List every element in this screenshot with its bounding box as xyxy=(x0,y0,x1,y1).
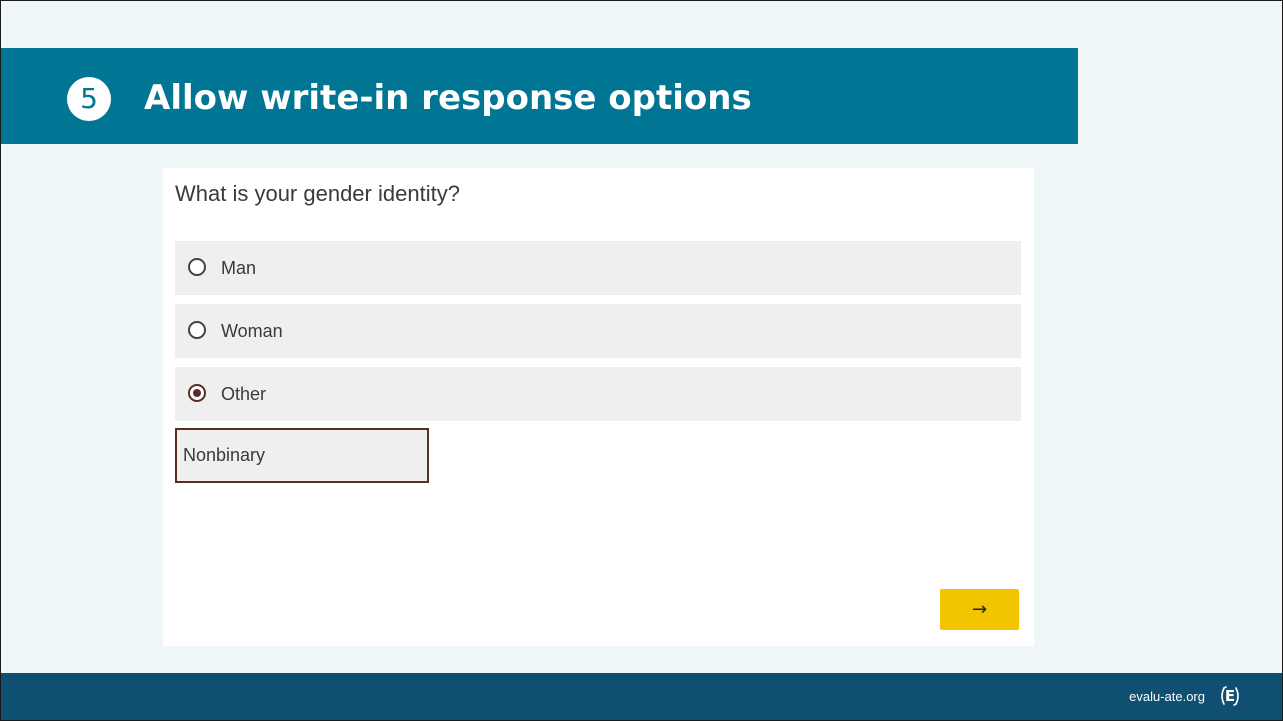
radio-checked-icon[interactable] xyxy=(188,384,206,402)
question-text: What is your gender identity? xyxy=(175,181,460,206)
choice-man[interactable]: Man xyxy=(175,241,1021,295)
slide-title: Allow write-in response options xyxy=(144,78,752,118)
evaluate-logo-icon: E xyxy=(1218,685,1242,707)
choice-label: Woman xyxy=(221,321,283,341)
choice-other[interactable]: Other xyxy=(175,367,1021,421)
step-number-badge: 5 xyxy=(67,77,111,121)
other-write-in-input[interactable] xyxy=(175,428,429,483)
footer-site-text: evalu-ate.org xyxy=(1129,689,1205,704)
next-button[interactable]: → xyxy=(940,589,1019,630)
survey-panel: What is your gender identity? Man Woman … xyxy=(163,168,1034,646)
choice-label: Man xyxy=(221,258,257,278)
radio-unchecked-icon[interactable] xyxy=(188,258,206,276)
footer-bar: evalu-ate.org E xyxy=(1,673,1282,720)
choice-woman[interactable]: Woman xyxy=(175,304,1021,358)
choice-label: Other xyxy=(221,384,267,404)
radio-unchecked-icon[interactable] xyxy=(188,321,206,339)
